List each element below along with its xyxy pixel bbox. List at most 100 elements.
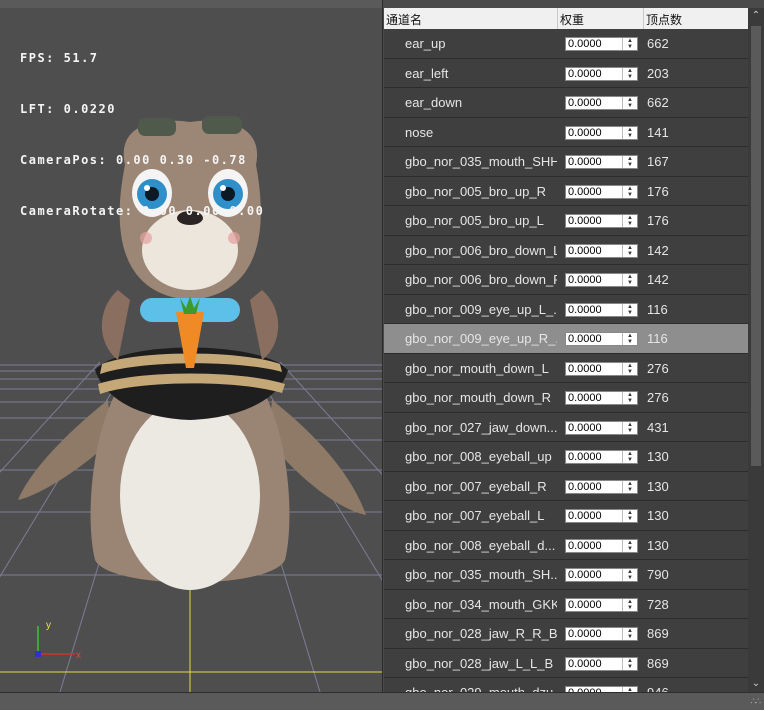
spin-arrows-icon[interactable]: ▲▼ xyxy=(622,303,637,316)
header-vertex-count[interactable]: 顶点数 xyxy=(646,11,682,28)
weight-spinbox[interactable]: 0.0000▲▼ xyxy=(565,214,638,228)
table-row[interactable]: gbo_nor_008_eyeball_up 0.0000 ▲ ▼ 130 xyxy=(384,442,748,472)
table-row[interactable]: ear_left 0.0000 ▲ ▼ 203 xyxy=(384,58,748,88)
table-row[interactable]: gbo_nor_027_jaw_down... 0.0000 ▲ ▼ 431 xyxy=(384,412,748,442)
table-row[interactable]: gbo_nor_009_eye_up_L_... 0.0000 ▲ ▼ 116 xyxy=(384,294,748,324)
weight-value[interactable]: 0.0000 xyxy=(566,215,622,227)
spin-arrows-icon[interactable]: ▲▼ xyxy=(622,628,637,640)
table-row[interactable]: ear_down 0.0000 ▲ ▼ 662 xyxy=(384,88,748,118)
spin-arrows-icon[interactable]: ▲▼ xyxy=(622,185,637,198)
weight-value[interactable]: 0.0000 xyxy=(566,510,622,522)
table-row[interactable]: gbo_nor_029_mouth_dzu...0.0000▲▼946 xyxy=(384,678,748,692)
weight-value[interactable]: 0.0000 xyxy=(566,245,622,257)
weight-spinbox[interactable]: 0.0000▲▼ xyxy=(565,361,638,376)
table-row[interactable]: gbo_nor_034_mouth_GKK 0.0000 ▲ ▼ 728 xyxy=(384,589,748,619)
weight-spinbox[interactable]: 0.0000▲▼ xyxy=(565,243,638,258)
table-row[interactable]: gbo_nor_006_bro_down_R 0.0000 ▲ ▼ 142 xyxy=(384,265,748,295)
weight-value[interactable]: 0.0000 xyxy=(566,628,622,640)
weight-value[interactable]: 0.0000 xyxy=(566,186,622,198)
table-row[interactable]: gbo_nor_035_mouth_SHH 0.0000 ▲ ▼ 167 xyxy=(384,147,748,177)
table-row[interactable]: gbo_nor_028_jaw_L_L_B 0.0000 ▲ ▼ 869 xyxy=(384,648,748,678)
weight-value[interactable]: 0.0000 xyxy=(566,451,622,463)
scrollbar-thumb[interactable] xyxy=(751,26,761,466)
table-row[interactable]: ear_up 0.0000 ▲ ▼ 662 xyxy=(384,29,748,59)
weight-value[interactable]: 0.0000 xyxy=(566,97,622,109)
weight-spinbox[interactable]: 0.0000▲▼ xyxy=(565,332,638,346)
weight-value[interactable]: 0.0000 xyxy=(566,38,622,50)
weight-spinbox[interactable]: 0.0000▲▼ xyxy=(565,155,638,169)
table-row[interactable]: gbo_nor_035_mouth_SH... 0.0000 ▲ ▼ 790 xyxy=(384,560,748,590)
table-row[interactable]: nose 0.0000 ▲ ▼ 141 xyxy=(384,117,748,147)
weight-spinbox[interactable]: 0.0000▲▼ xyxy=(565,37,638,51)
table-row[interactable]: gbo_nor_007_eyeball_R 0.0000 ▲ ▼ 130 xyxy=(384,471,748,501)
weight-value[interactable]: 0.0000 xyxy=(566,127,622,139)
table-row[interactable]: gbo_nor_005_bro_up_R 0.0000 ▲ ▼ 176 xyxy=(384,176,748,206)
scroll-up-icon[interactable]: ⌃ xyxy=(748,8,764,24)
weight-spinbox[interactable]: 0.0000▲▼ xyxy=(565,302,638,317)
spin-arrows-icon[interactable]: ▲▼ xyxy=(622,67,637,80)
spin-arrows-icon[interactable]: ▲▼ xyxy=(622,38,637,50)
table-row[interactable]: gbo_nor_009_eye_up_R_... 0.0000 ▲ ▼ 116 xyxy=(384,324,748,354)
weight-value[interactable]: 0.0000 xyxy=(566,658,622,670)
spin-arrows-icon[interactable]: ▲▼ xyxy=(622,480,637,493)
weight-value[interactable]: 0.0000 xyxy=(566,540,622,552)
table-row[interactable]: gbo_nor_008_eyeball_d... 0.0000 ▲ ▼ 130 xyxy=(384,530,748,560)
resize-grip-icon[interactable]: ∴∴ xyxy=(751,696,762,707)
spin-arrows-icon[interactable]: ▲▼ xyxy=(622,657,637,670)
weight-value[interactable]: 0.0000 xyxy=(566,68,622,80)
spin-arrows-icon[interactable]: ▲▼ xyxy=(622,97,637,109)
header-channel-name[interactable]: 通道名 xyxy=(386,11,422,28)
spin-arrows-icon[interactable]: ▲▼ xyxy=(622,451,637,463)
spin-arrows-icon[interactable]: ▲▼ xyxy=(622,274,637,286)
weight-value[interactable]: 0.0000 xyxy=(566,363,622,375)
spin-arrows-icon[interactable]: ▲▼ xyxy=(622,126,637,139)
weight-spinbox[interactable]: 0.0000▲▼ xyxy=(565,597,638,612)
weight-spinbox[interactable]: 0.0000▲▼ xyxy=(565,420,638,435)
weight-spinbox[interactable]: 0.0000▲▼ xyxy=(565,273,638,287)
vertical-scrollbar[interactable]: ⌃ ⌄ xyxy=(748,8,764,692)
scroll-down-icon[interactable]: ⌄ xyxy=(748,676,764,692)
weight-value[interactable]: 0.0000 xyxy=(566,422,622,434)
spin-arrows-icon[interactable]: ▲▼ xyxy=(622,215,637,227)
weight-value[interactable]: 0.0000 xyxy=(566,304,622,316)
table-row[interactable]: gbo_nor_006_bro_down_L 0.0000 ▲ ▼ 142 xyxy=(384,235,748,265)
weight-value[interactable]: 0.0000 xyxy=(566,569,622,581)
weight-spinbox[interactable]: 0.0000▲▼ xyxy=(565,66,638,81)
weight-spinbox[interactable]: 0.0000▲▼ xyxy=(565,509,638,523)
weight-spinbox[interactable]: 0.0000▲▼ xyxy=(565,479,638,494)
table-row[interactable]: gbo_nor_mouth_down_R 0.0000 ▲ ▼ 276 xyxy=(384,383,748,413)
header-weight[interactable]: 权重 xyxy=(560,11,584,28)
spin-arrows-icon[interactable]: ▲▼ xyxy=(622,156,637,168)
weight-value[interactable]: 0.0000 xyxy=(566,156,622,168)
spin-arrows-icon[interactable]: ▲▼ xyxy=(622,362,637,375)
weight-spinbox[interactable]: 0.0000▲▼ xyxy=(565,568,638,582)
weight-spinbox[interactable]: 0.0000▲▼ xyxy=(565,125,638,140)
weight-value[interactable]: 0.0000 xyxy=(566,599,622,611)
header-separator[interactable] xyxy=(643,8,644,29)
3d-viewport[interactable]: FPS: 51.7 LFT: 0.0220 CameraPos: 0.00 0.… xyxy=(0,0,383,692)
weight-spinbox[interactable]: 0.0000▲▼ xyxy=(565,656,638,671)
spin-arrows-icon[interactable]: ▲▼ xyxy=(622,421,637,434)
table-row[interactable]: gbo_nor_005_bro_up_L 0.0000 ▲ ▼ 176 xyxy=(384,206,748,236)
table-row[interactable]: gbo_nor_mouth_down_L 0.0000 ▲ ▼ 276 xyxy=(384,353,748,383)
weight-spinbox[interactable]: 0.0000▲▼ xyxy=(565,450,638,464)
header-separator[interactable] xyxy=(557,8,558,29)
spin-arrows-icon[interactable]: ▲▼ xyxy=(622,392,637,404)
spin-arrows-icon[interactable]: ▲▼ xyxy=(622,333,637,345)
spin-arrows-icon[interactable]: ▲▼ xyxy=(622,598,637,611)
table-row[interactable]: gbo_nor_007_eyeball_L 0.0000 ▲ ▼ 130 xyxy=(384,501,748,531)
spin-arrows-icon[interactable]: ▲▼ xyxy=(622,569,637,581)
weight-value[interactable]: 0.0000 xyxy=(566,274,622,286)
spin-arrows-icon[interactable]: ▲▼ xyxy=(622,539,637,552)
weight-spinbox[interactable]: 0.0000▲▼ xyxy=(565,538,638,553)
weight-spinbox[interactable]: 0.0000▲▼ xyxy=(565,627,638,641)
weight-value[interactable]: 0.0000 xyxy=(566,481,622,493)
weight-spinbox[interactable]: 0.0000▲▼ xyxy=(565,96,638,110)
weight-spinbox[interactable]: 0.0000▲▼ xyxy=(565,391,638,405)
weight-spinbox[interactable]: 0.0000▲▼ xyxy=(565,184,638,199)
weight-value[interactable]: 0.0000 xyxy=(566,333,622,345)
spin-arrows-icon[interactable]: ▲▼ xyxy=(622,510,637,522)
weight-value[interactable]: 0.0000 xyxy=(566,392,622,404)
spin-arrows-icon[interactable]: ▲▼ xyxy=(622,244,637,257)
table-row[interactable]: gbo_nor_028_jaw_R_R_B 0.0000 ▲ ▼ 869 xyxy=(384,619,748,649)
